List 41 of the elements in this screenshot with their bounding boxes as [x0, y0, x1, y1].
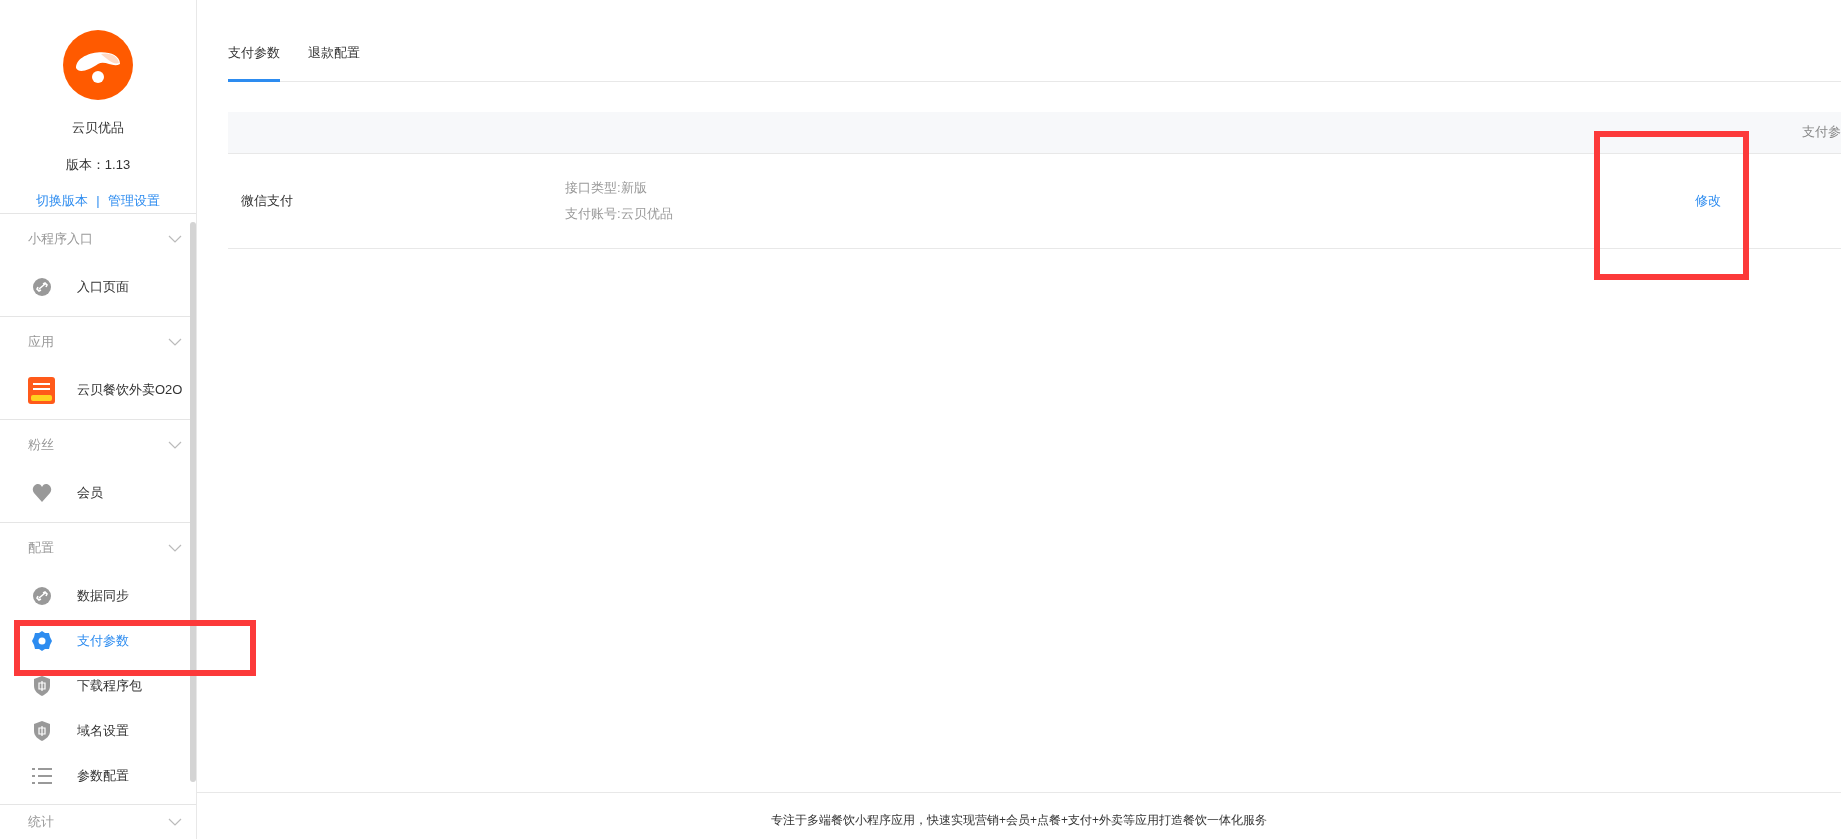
list-icon — [31, 767, 52, 784]
section-title: 统计 — [28, 813, 54, 832]
version-text: 版本：1.13 — [65, 155, 131, 174]
table-cell-text: 微信支付 — [240, 191, 294, 210]
chevron-down-icon[interactable] — [168, 818, 182, 826]
chevron-down-icon[interactable] — [168, 441, 182, 449]
link-icon — [32, 278, 51, 296]
scrollbar[interactable] — [190, 222, 196, 782]
sidebar-item[interactable]: 下载程序包 — [0, 663, 188, 708]
link-icon — [32, 586, 51, 605]
heart-icon — [31, 484, 52, 502]
sidebar-item[interactable]: 域名设置 — [0, 708, 188, 753]
edit-link[interactable]: 修改 — [1695, 190, 1721, 211]
nav-link[interactable]: 切换版本 — [36, 191, 89, 211]
shield-icon — [33, 720, 50, 741]
sidebar-item[interactable]: 入口页面 — [0, 264, 188, 310]
section-title: 应用 — [28, 333, 54, 352]
footer-text: 专注于多端餐饮小程序应用，快速实现营销+会员+点餐+支付+外卖等应用打造餐饮一体化服务 — [771, 812, 1267, 829]
sidebar-item[interactable]: 会员 — [0, 470, 188, 516]
sidebar-item[interactable]: 参数配置 — [0, 753, 188, 798]
sidebar-item[interactable]: 支付参数 — [0, 618, 188, 663]
detail-text: 支付账号:云贝优品 — [565, 204, 674, 223]
nav-link[interactable]: 管理设置 — [107, 191, 160, 211]
chevron-down-icon[interactable] — [168, 544, 182, 552]
column-header: 支付参 — [1802, 123, 1841, 142]
chevron-down-icon[interactable] — [168, 338, 182, 346]
app-name: 云贝优品 — [72, 119, 124, 137]
tab[interactable]: 支付参数 — [228, 43, 280, 82]
separator: | — [96, 192, 100, 210]
section-title: 小程序入口 — [28, 230, 93, 249]
section-title: 粉丝 — [28, 436, 54, 455]
section-title: 配置 — [28, 539, 54, 558]
shield-icon — [33, 675, 50, 696]
settings-icon — [31, 630, 52, 651]
sidebar-item[interactable]: 数据同步 — [0, 573, 188, 618]
sidebar-item[interactable]: 云贝餐饮外卖O2O — [0, 367, 188, 413]
chevron-down-icon[interactable] — [168, 235, 182, 243]
tab[interactable]: 退款配置 — [308, 43, 360, 82]
logo-icon — [63, 30, 133, 100]
app-icon — [28, 376, 55, 404]
detail-text: 接口类型:新版 — [565, 179, 648, 197]
